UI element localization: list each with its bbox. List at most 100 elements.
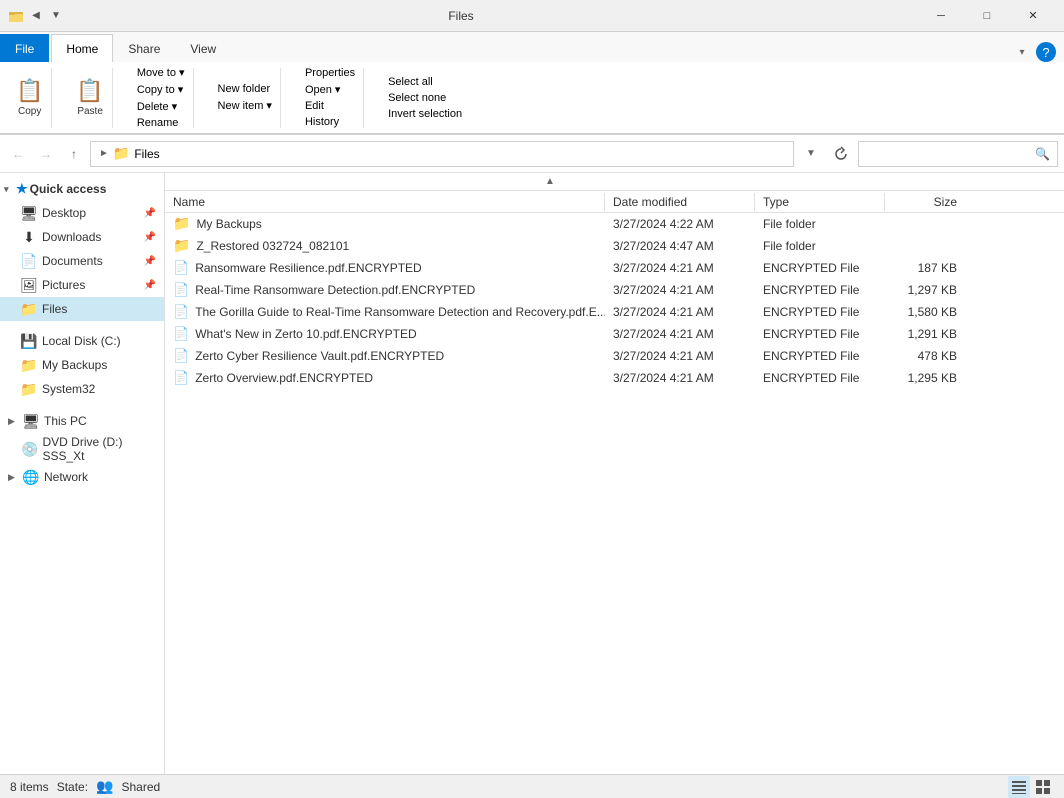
file-icon: 📄 <box>173 304 189 320</box>
copy-to-btn[interactable]: Copy to ▾ <box>137 83 185 96</box>
network-chevron: ▶ <box>8 472 18 483</box>
sidebar-item-desktop[interactable]: 🖥 Desktop 📌 <box>0 201 164 225</box>
back-button[interactable]: ← <box>6 142 30 166</box>
file-row[interactable]: 📄 Ransomware Resilience.pdf.ENCRYPTED 3/… <box>165 257 1064 279</box>
state-label: State: <box>57 780 88 794</box>
search-input[interactable] <box>865 147 1035 161</box>
tiles-view-button[interactable] <box>1032 776 1054 798</box>
local-disk-label: Local Disk (C:) <box>42 334 121 348</box>
col-header-date[interactable]: Date modified <box>605 193 755 211</box>
sidebar-item-local-disk[interactable]: 💾 Local Disk (C:) <box>0 329 164 353</box>
pin-icon-4: 📌 <box>144 280 156 291</box>
downloads-label: Downloads <box>42 230 101 244</box>
folder-icon: 📁 <box>173 215 190 232</box>
file-row[interactable]: 📁 Z_Restored 032724_082101 3/27/2024 4:4… <box>165 235 1064 257</box>
documents-label: Documents <box>42 254 103 268</box>
history-btn[interactable]: History <box>305 116 355 128</box>
select-none-btn[interactable]: Select none <box>388 92 462 104</box>
file-row[interactable]: 📄 Zerto Overview.pdf.ENCRYPTED 3/27/2024… <box>165 367 1064 389</box>
file-icon: 📄 <box>173 282 189 298</box>
address-dropdown[interactable]: ▼ <box>798 148 824 159</box>
file-size: 478 KB <box>885 349 965 363</box>
file-row[interactable]: 📄 The Gorilla Guide to Real-Time Ransomw… <box>165 301 1064 323</box>
tab-home[interactable]: Home <box>51 34 113 62</box>
col-date-label: Date modified <box>613 195 687 209</box>
select-all-btn[interactable]: Select all <box>388 76 462 88</box>
file-icon: 📄 <box>173 370 189 386</box>
pin-icon-2: 📌 <box>144 232 156 243</box>
sidebar-item-files[interactable]: 📁 Files <box>0 297 164 321</box>
sidebar-header-quick-access[interactable]: ▾ ★ Quick access <box>0 177 164 201</box>
refresh-button[interactable] <box>828 141 854 167</box>
files-icon: 📁 <box>20 301 38 318</box>
help-button[interactable]: ? <box>1036 42 1056 62</box>
sidebar-item-my-backups[interactable]: 📁 My Backups <box>0 353 164 377</box>
this-pc-label: This PC <box>44 414 87 428</box>
col-name-label: Name <box>173 195 205 209</box>
chevron-down-icon: ▾ <box>4 184 14 195</box>
minimize-button[interactable]: ─ <box>918 0 964 32</box>
forward-button[interactable]: → <box>34 142 58 166</box>
ribbon: File Home Share View ▾ ? 📋 Copy 📋 Paste … <box>0 32 1064 135</box>
search-box[interactable]: 🔍 <box>858 141 1058 167</box>
sidebar-item-this-pc[interactable]: ▶ 🖥 This PC <box>0 409 164 433</box>
invert-sel-btn[interactable]: Invert selection <box>388 108 462 120</box>
pin-icon: 📌 <box>144 208 156 219</box>
file-type: File folder <box>755 217 885 231</box>
sort-indicator: ▲ <box>165 173 1064 191</box>
properties-btn[interactable]: Properties <box>305 67 355 79</box>
my-backups-label: My Backups <box>42 358 107 372</box>
sidebar-item-system32[interactable]: 📁 System32 <box>0 377 164 401</box>
col-header-type[interactable]: Type <box>755 193 885 211</box>
delete-btn[interactable]: Delete ▾ <box>137 100 185 113</box>
folder-icon: 📁 <box>173 237 190 254</box>
ribbon-content: 📋 Copy 📋 Paste Move to ▾ Copy to ▾ Delet… <box>0 62 1064 134</box>
new-folder-btn[interactable]: New folder <box>218 83 272 95</box>
file-row[interactable]: 📄 Zerto Cyber Resilience Vault.pdf.ENCRY… <box>165 345 1064 367</box>
view-toggle <box>1008 776 1054 798</box>
details-view-button[interactable] <box>1008 776 1030 798</box>
file-row[interactable]: 📁 My Backups 3/27/2024 4:22 AM File fold… <box>165 213 1064 235</box>
file-list-header: Name Date modified Type Size <box>165 191 1064 213</box>
paste-icon: 📋 <box>76 78 103 104</box>
up-button[interactable]: ↑ <box>62 142 86 166</box>
file-row[interactable]: 📄 Real-Time Ransomware Detection.pdf.ENC… <box>165 279 1064 301</box>
path-folder-name: Files <box>134 147 159 161</box>
paste-label: Paste <box>77 106 103 117</box>
state-value: Shared <box>121 780 160 794</box>
sidebar-item-dvd-drive[interactable]: 💿 DVD Drive (D:) SSS_Xt <box>0 437 164 461</box>
tab-view[interactable]: View <box>175 34 231 62</box>
file-list-area: ▲ Name Date modified Type Size 📁 My Back… <box>165 173 1064 774</box>
open-btn[interactable]: Open ▾ <box>305 83 355 96</box>
dvd-icon: 💿 <box>21 441 38 458</box>
address-path[interactable]: ► 📁 Files <box>90 141 794 167</box>
edit-btn[interactable]: Edit <box>305 100 355 112</box>
tab-file[interactable]: File <box>0 34 49 62</box>
sidebar-item-documents[interactable]: 📄 Documents 📌 <box>0 249 164 273</box>
file-name: 📄 Ransomware Resilience.pdf.ENCRYPTED <box>165 260 605 276</box>
col-header-name[interactable]: Name <box>165 193 605 211</box>
rename-btn[interactable]: Rename <box>137 117 185 129</box>
close-button[interactable]: ✕ <box>1010 0 1056 32</box>
copy-label: Copy <box>18 106 41 117</box>
move-to-btn[interactable]: Move to ▾ <box>137 66 185 79</box>
file-type: ENCRYPTED File <box>755 327 885 341</box>
ribbon-collapse-button[interactable]: ▾ <box>1012 42 1032 62</box>
title-bar: ◀ ▼ Files ─ □ ✕ <box>0 0 1064 32</box>
tab-share[interactable]: Share <box>113 34 175 62</box>
search-icon[interactable]: 🔍 <box>1035 147 1050 161</box>
sidebar-item-downloads[interactable]: ⬇ Downloads 📌 <box>0 225 164 249</box>
sidebar-item-pictures[interactable]: 🖼 Pictures 📌 <box>0 273 164 297</box>
desktop-icon: 🖥 <box>20 205 38 222</box>
new-item-btn[interactable]: New item ▾ <box>218 99 272 112</box>
files-label: Files <box>42 302 67 316</box>
pin-icon-3: 📌 <box>144 256 156 267</box>
network-icon: 🌐 <box>22 469 40 486</box>
file-date: 3/27/2024 4:21 AM <box>605 349 755 363</box>
file-row[interactable]: 📄 What's New in Zerto 10.pdf.ENCRYPTED 3… <box>165 323 1064 345</box>
col-header-size[interactable]: Size <box>885 193 965 211</box>
maximize-button[interactable]: □ <box>964 0 1010 32</box>
sidebar-item-network[interactable]: ▶ 🌐 Network <box>0 465 164 489</box>
file-date: 3/27/2024 4:21 AM <box>605 261 755 275</box>
pictures-icon: 🖼 <box>20 277 38 294</box>
